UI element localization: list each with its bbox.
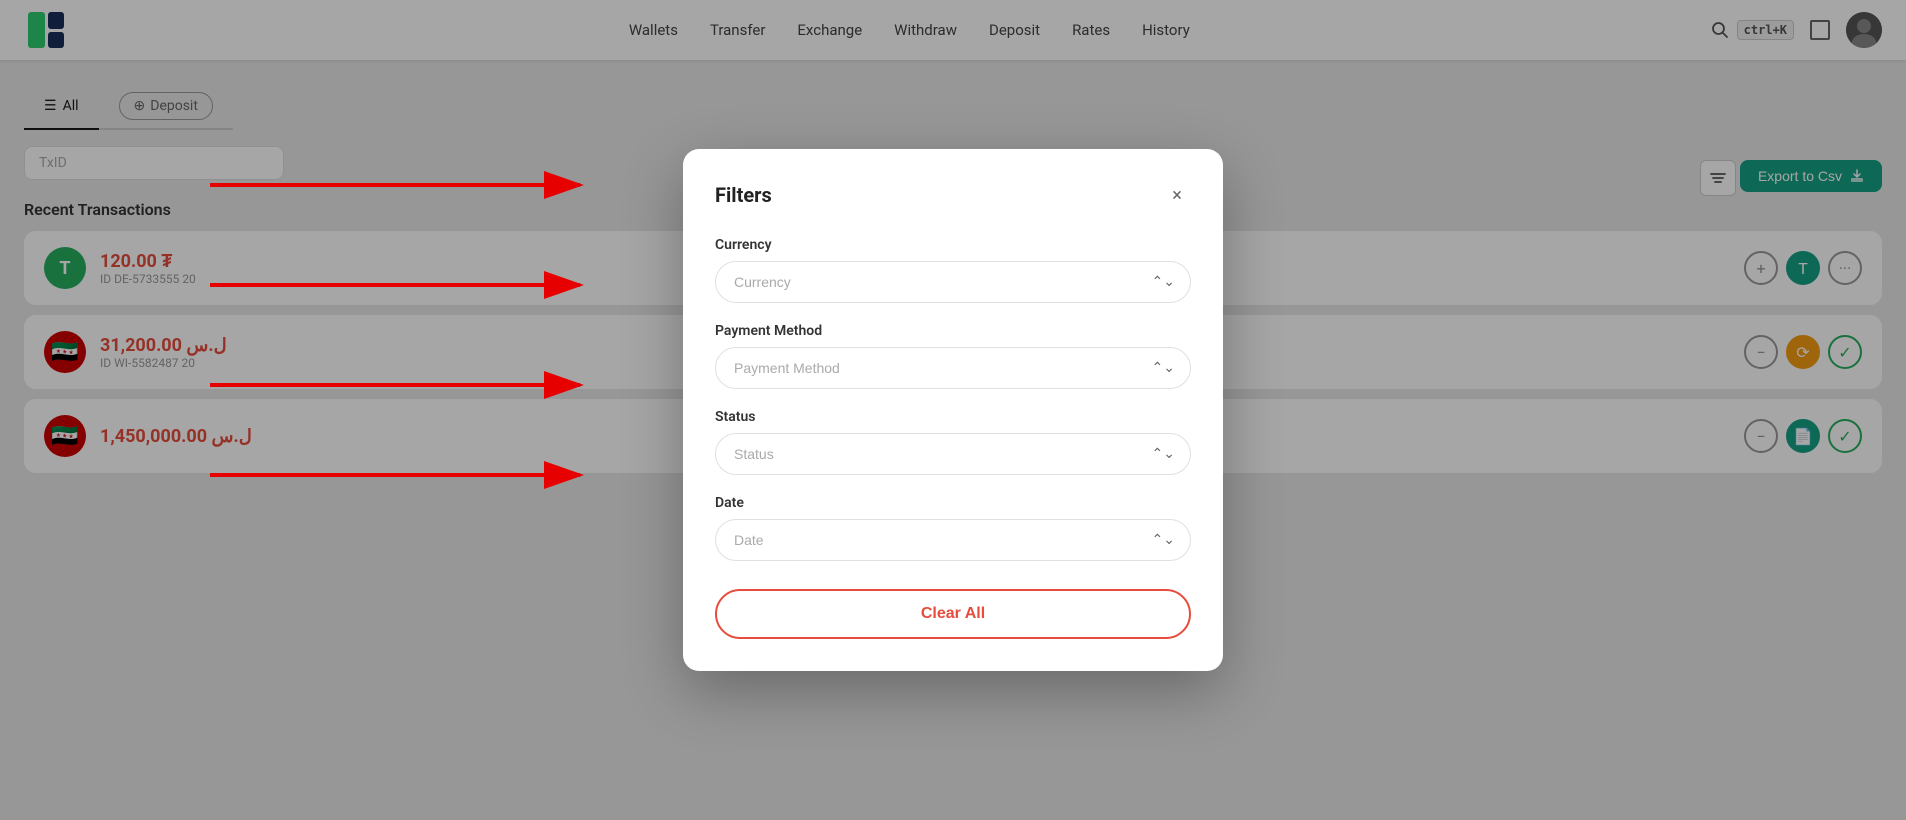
status-select[interactable]: Status xyxy=(715,433,1191,475)
status-select-wrapper: Status ⌃⌄ xyxy=(715,433,1191,475)
currency-filter-label: Currency xyxy=(715,237,1191,253)
arrow-date xyxy=(200,445,630,505)
currency-select[interactable]: Currency xyxy=(715,261,1191,303)
date-select[interactable]: Date xyxy=(715,519,1191,561)
date-filter-label: Date xyxy=(715,495,1191,511)
status-filter-group: Status Status ⌃⌄ xyxy=(715,409,1191,475)
date-filter-group: Date Date ⌃⌄ xyxy=(715,495,1191,561)
arrow-deposit-tab xyxy=(200,155,630,215)
modal-close-button[interactable]: × xyxy=(1163,181,1191,209)
currency-select-wrapper: Currency ⌃⌄ xyxy=(715,261,1191,303)
arrow-payment-method xyxy=(200,255,630,315)
filters-modal: Filters × Currency Currency ⌃⌄ Payment M… xyxy=(683,149,1223,671)
payment-method-filter-label: Payment Method xyxy=(715,323,1191,339)
date-select-wrapper: Date ⌃⌄ xyxy=(715,519,1191,561)
arrow-status xyxy=(200,355,630,415)
modal-title: Filters xyxy=(715,183,772,207)
status-filter-label: Status xyxy=(715,409,1191,425)
clear-all-button[interactable]: Clear All xyxy=(715,589,1191,639)
payment-method-filter-group: Payment Method Payment Method ⌃⌄ xyxy=(715,323,1191,389)
payment-method-select-wrapper: Payment Method ⌃⌄ xyxy=(715,347,1191,389)
modal-header: Filters × xyxy=(715,181,1191,209)
currency-filter-group: Currency Currency ⌃⌄ xyxy=(715,237,1191,303)
payment-method-select[interactable]: Payment Method xyxy=(715,347,1191,389)
